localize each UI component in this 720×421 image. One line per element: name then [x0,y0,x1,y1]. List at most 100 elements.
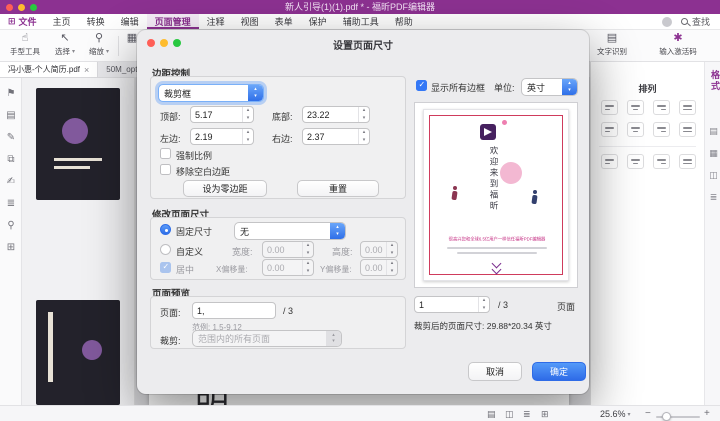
menu-view[interactable]: 视图 [233,14,267,29]
panel-tab-icon-2[interactable]: ▦ [705,148,720,159]
custom-size-label: 自定义 [176,245,203,258]
dropdown-arrows-icon [562,79,577,95]
page-thumbnail-1[interactable] [36,88,120,200]
custom-size-radio[interactable] [160,244,171,255]
page-thumbnail-2[interactable] [36,300,120,405]
align-left-button[interactable] [601,100,618,115]
ocr-icon: ▤ [607,32,617,44]
cancel-button[interactable]: 取消 [468,362,522,381]
stepper-arrows-icon[interactable] [242,107,253,122]
signatures-panel-icon[interactable]: ✍ [0,176,22,187]
menu-form[interactable]: 表单 [267,14,301,29]
format-panel-tab[interactable]: 格式 [709,70,720,92]
search-panel-icon[interactable]: ⚲ [0,220,22,231]
unit-value: 英寸 [527,81,545,94]
zoom-slider-knob[interactable] [662,412,671,421]
menu-page-management[interactable]: 页面管理 [147,14,199,29]
distribute-h-button[interactable] [601,154,618,169]
stepper-arrows-icon[interactable] [358,129,369,144]
stepper-arrows-icon[interactable] [478,297,489,312]
fixed-size-radio[interactable] [160,224,171,235]
size-match-button[interactable] [653,154,670,169]
search-button[interactable]: 查找 [681,15,710,28]
page-range-input[interactable]: 1, [192,302,276,319]
person-illustration [450,186,459,201]
x-offset-input: 0.00 [262,259,314,276]
hand-tool-button[interactable]: ☝ 手型工具 [4,32,46,57]
continuous-view-icon[interactable]: ≣ [523,409,531,420]
rotate-button[interactable] [679,154,696,169]
left-margin-label: 左边: [160,132,181,145]
facing-page-view-icon[interactable]: ◫ [505,409,514,420]
chevron-down-icon: ▾ [72,48,75,55]
thumbnail-art [82,340,102,360]
window-title: 新人引导(1)(1).pdf * - 福昕PDF编辑器 [0,0,720,14]
ok-button[interactable]: 确定 [532,362,586,381]
remove-white-margins-checkbox[interactable] [160,164,171,175]
stepper-arrows-icon[interactable] [242,129,253,144]
annotations-panel-icon[interactable]: ✎ [0,132,22,143]
top-margin-input[interactable]: 5.17 [190,106,254,123]
menu-accessibility[interactable]: 辅助工具 [335,14,387,29]
align-middle-button[interactable] [627,122,644,137]
preview-page-input[interactable]: 1 [414,296,490,313]
fixed-size-dropdown[interactable]: 无 [234,222,346,240]
statusbar: ▤ ◫ ≣ ⊞ 25.6% ▾ − + [0,405,720,421]
right-margin-input[interactable]: 2.37 [302,128,370,145]
left-margin-input[interactable]: 2.19 [190,128,254,145]
menu-file[interactable]: ⊞ 文件 [0,14,45,29]
constrain-proportions-checkbox[interactable] [160,148,171,159]
account-avatar[interactable] [662,17,672,27]
tab-close-icon[interactable]: × [84,65,89,75]
zoom-tool-button[interactable]: ⚲ 缩放▾ [84,32,114,57]
distribute-v-button[interactable] [627,154,644,169]
menu-protect[interactable]: 保护 [301,14,335,29]
zoom-out-button[interactable]: − [645,408,651,419]
stepper-arrows-icon [386,260,397,275]
align-right-button[interactable] [653,100,670,115]
attachments-panel-icon[interactable]: ⧉ [0,154,22,165]
align-bottom-button[interactable] [653,122,670,137]
menu-home[interactable]: 主页 [45,14,79,29]
zoom-in-button[interactable]: + [704,408,710,419]
align-center-button[interactable] [627,100,644,115]
preview-text-line [447,247,547,249]
panel-tab-icon-3[interactable]: ◫ [705,170,720,181]
box-mode-dropdown[interactable]: 裁剪框 [158,84,264,102]
page-preview[interactable]: 欢迎来到福昕 很高兴您和全球6.5亿用户一样信任福昕PDF编辑器 [423,109,569,281]
single-page-view-icon[interactable]: ▤ [487,409,496,420]
thumbnail-art [54,158,102,161]
unit-dropdown[interactable]: 英寸 [521,78,578,96]
ocr-button[interactable]: ▤ 文字识别 [588,32,636,57]
align-top-button[interactable] [601,122,618,137]
layers-panel-icon[interactable]: ≣ [0,198,22,209]
panel-tab-icon-4[interactable]: ≣ [705,192,720,203]
zoom-level-button[interactable]: 25.6% ▾ [600,409,631,419]
stepper-arrows-icon[interactable] [358,107,369,122]
zero-margins-button[interactable]: 设为零边距 [183,180,267,197]
page-total-label: / 3 [283,306,293,316]
menu-edit[interactable]: 编辑 [113,14,147,29]
panel-tab-icon-1[interactable]: ▤ [705,126,720,137]
arrange-section-title: 排列 [591,82,704,95]
bottom-margin-input[interactable]: 23.22 [302,106,370,123]
menu-help[interactable]: 帮助 [387,14,421,29]
show-borders-label: 显示所有边框 [431,81,485,94]
select-tool-button[interactable]: ↖ 选择▾ [50,32,80,57]
document-tab-resume[interactable]: 冯小惠-个人简历.pdf × [0,62,98,77]
fields-panel-icon[interactable]: ⊞ [0,242,22,253]
bookmarks-panel-icon[interactable]: ⚑ [0,88,22,99]
show-borders-checkbox[interactable] [416,80,427,91]
box-mode-value: 裁剪框 [164,87,191,100]
thumbnails-panel-icon[interactable]: ▤ [0,110,22,121]
menu-comment[interactable]: 注释 [199,14,233,29]
align-justify-button[interactable] [679,100,696,115]
distribute-button[interactable] [679,122,696,137]
y-offset-label: Y偏移量: [320,264,352,275]
top-margin-value: 5.17 [195,110,213,120]
activation-code-button[interactable]: ✱ 输入激活码 [644,32,712,57]
menu-convert[interactable]: 转换 [79,14,113,29]
grid-view-icon[interactable]: ⊞ [541,409,549,420]
unit-label: 单位: [494,81,515,94]
reset-button[interactable]: 重置 [297,180,379,197]
